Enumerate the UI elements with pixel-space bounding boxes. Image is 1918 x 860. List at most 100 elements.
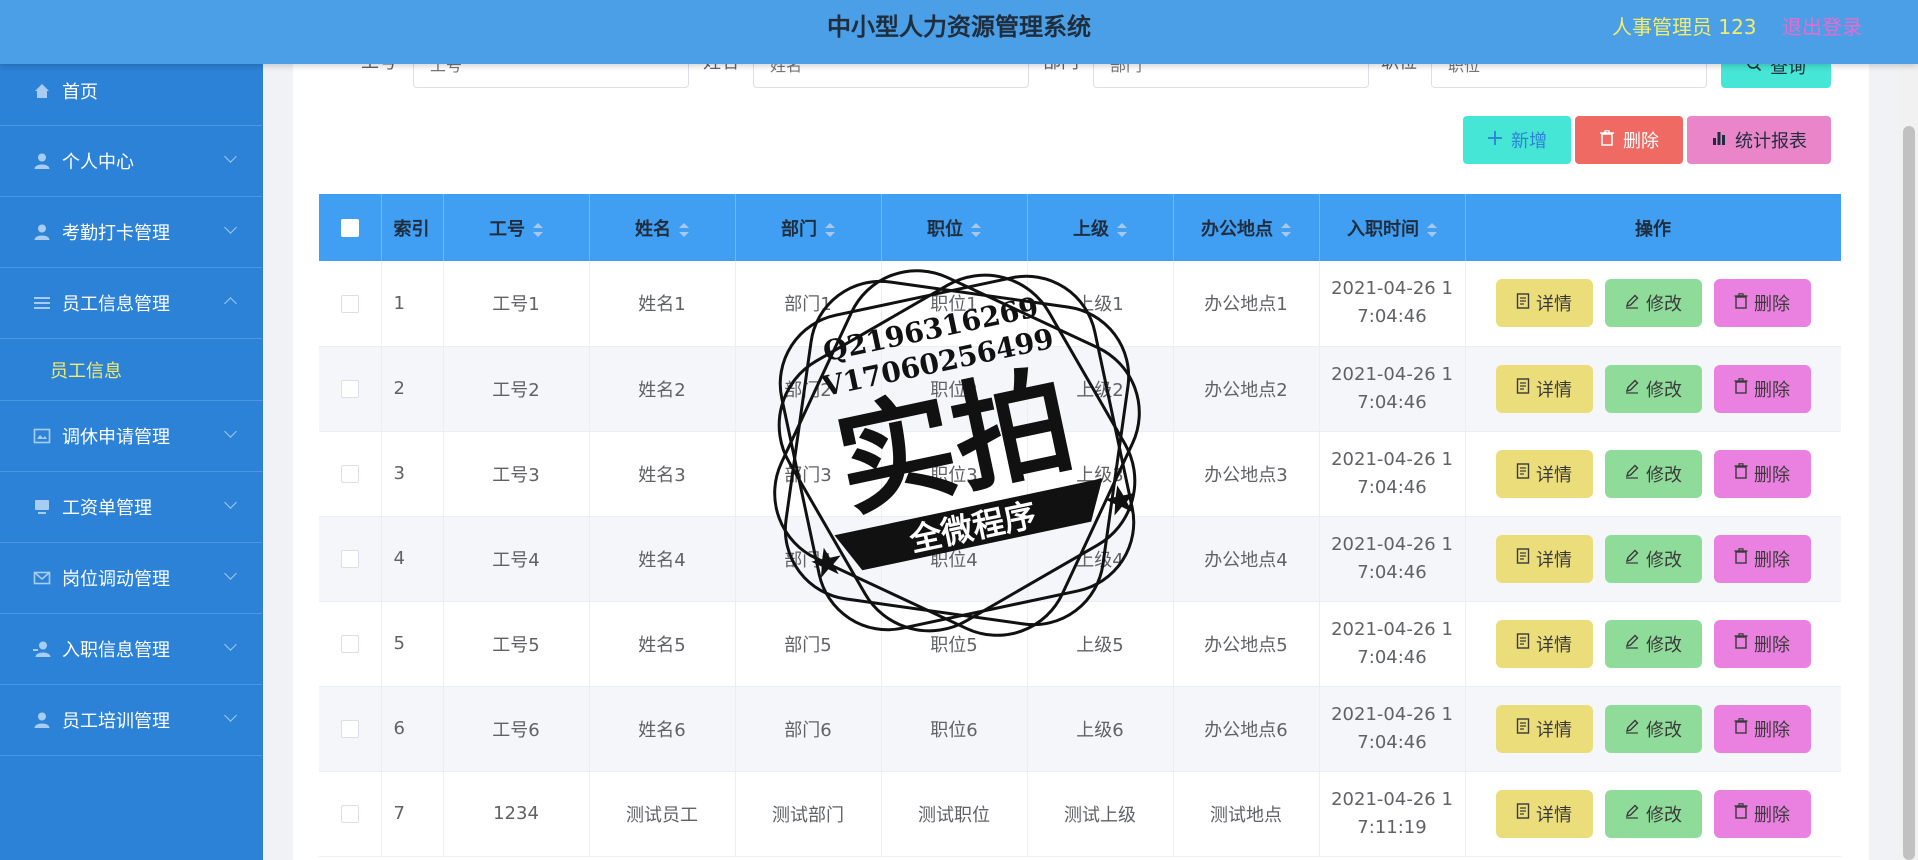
sidebar-item-attendance[interactable]: 考勤打卡管理 — [0, 197, 263, 268]
search-icon — [1746, 64, 1762, 77]
pencil-icon — [1624, 548, 1640, 569]
detail-button[interactable]: 详情 — [1495, 449, 1593, 498]
chevron-down-icon — [224, 567, 237, 580]
search-input-dept[interactable] — [1093, 64, 1369, 88]
col-time[interactable]: 入职时间 — [1319, 194, 1466, 261]
row-checkbox[interactable] — [340, 380, 359, 398]
search-input-pos[interactable] — [1431, 64, 1707, 88]
detail-button[interactable]: 详情 — [1495, 704, 1593, 753]
sidebar-item-label: 员工培训管理 — [62, 711, 170, 732]
delete-label: 删除 — [1754, 294, 1790, 316]
chevron-down-icon — [224, 496, 237, 509]
page-scrollbar[interactable] — [1900, 64, 1918, 860]
batch-delete-button[interactable]: 删除 — [1575, 116, 1683, 164]
cell-office: 办公地点4 — [1173, 516, 1320, 602]
edit-label: 修改 — [1646, 719, 1682, 741]
chevron-down-icon — [224, 709, 237, 722]
cell-name: 姓名1 — [589, 261, 736, 347]
scrollbar-thumb[interactable] — [1903, 126, 1915, 860]
query-button[interactable]: 查询 — [1721, 64, 1831, 88]
edit-button[interactable]: 修改 — [1604, 364, 1702, 413]
row-select-cell — [319, 346, 382, 432]
chevron-down-icon — [224, 221, 237, 234]
detail-button[interactable]: 详情 — [1495, 364, 1593, 413]
delete-button[interactable]: 删除 — [1713, 789, 1811, 838]
search-label-dept: 部门 — [1043, 64, 1079, 74]
detail-button[interactable]: 详情 — [1495, 789, 1593, 838]
detail-button[interactable]: 详情 — [1495, 534, 1593, 583]
col-dept[interactable]: 部门 — [735, 194, 882, 261]
sidebar-item-employee-info[interactable]: 员工信息管理 — [0, 268, 263, 339]
row-checkbox[interactable] — [340, 550, 359, 568]
cell-no: 工号3 — [443, 431, 590, 517]
detail-button[interactable]: 详情 — [1495, 619, 1593, 668]
query-label: 查询 — [1770, 64, 1806, 77]
sidebar-item-transfer[interactable]: 岗位调动管理 — [0, 543, 263, 614]
sort-icon[interactable] — [1281, 222, 1291, 237]
cell-index: 1 — [381, 261, 444, 347]
cell-index: 3 — [381, 431, 444, 517]
row-checkbox[interactable] — [340, 635, 359, 653]
col-name[interactable]: 姓名 — [589, 194, 736, 261]
search-input-name[interactable] — [753, 64, 1029, 88]
edit-button[interactable]: 修改 — [1604, 789, 1702, 838]
col-office[interactable]: 办公地点 — [1173, 194, 1320, 261]
sort-icon[interactable] — [1117, 222, 1127, 237]
sort-icon[interactable] — [533, 222, 543, 237]
row-select-cell — [319, 601, 382, 687]
edit-button[interactable]: 修改 — [1604, 704, 1702, 753]
search-label-no: 工号 — [361, 64, 397, 74]
submenu-item-employee-info[interactable]: 员工信息 — [0, 339, 263, 401]
sidebar-item-training[interactable]: 员工培训管理 — [0, 685, 263, 756]
row-checkbox[interactable] — [340, 720, 359, 738]
pencil-icon — [1624, 718, 1640, 739]
sort-icon[interactable] — [971, 222, 981, 237]
sidebar-item-label: 考勤打卡管理 — [62, 223, 170, 244]
time-line-2: 7:04:46 — [1357, 646, 1427, 668]
cell-name: 姓名5 — [589, 601, 736, 687]
row-checkbox[interactable] — [340, 294, 359, 313]
detail-button[interactable]: 详情 — [1495, 279, 1593, 328]
sidebar-item-home[interactable]: 首页 — [0, 56, 263, 126]
edit-button[interactable]: 修改 — [1604, 449, 1702, 498]
delete-button[interactable]: 删除 — [1713, 364, 1811, 413]
pencil-icon — [1624, 803, 1640, 824]
delete-button[interactable]: 删除 — [1713, 704, 1811, 753]
row-checkbox[interactable] — [340, 805, 359, 823]
trash-icon — [1734, 548, 1748, 569]
pencil-icon — [1624, 293, 1640, 314]
sidebar-item-leave-request[interactable]: 调休申请管理 — [0, 401, 263, 472]
edit-button[interactable]: 修改 — [1604, 279, 1702, 328]
col-sup[interactable]: 上级 — [1027, 194, 1174, 261]
cell-name: 姓名3 — [589, 431, 736, 517]
logout-link[interactable]: 退出登录 — [1782, 0, 1862, 54]
search-input-no[interactable] — [413, 64, 689, 88]
table-row: 6 工号6 姓名6 部门6 职位6 上级6 办公地点6 2021-04-26 1 7:04:46… — [319, 686, 1841, 772]
add-button[interactable]: 新增 — [1463, 116, 1571, 164]
edit-button[interactable]: 修改 — [1604, 534, 1702, 583]
sort-icon[interactable] — [679, 222, 689, 237]
trash-icon — [1734, 463, 1748, 484]
sort-icon[interactable] — [825, 222, 835, 237]
col-label: 工号 — [489, 218, 525, 240]
sidebar-item-onboarding[interactable]: 入职信息管理 — [0, 614, 263, 685]
sidebar-item-personal-center[interactable]: 个人中心 — [0, 126, 263, 197]
time-line-1: 2021-04-26 1 — [1331, 533, 1453, 555]
col-no[interactable]: 工号 — [443, 194, 590, 261]
col-pos[interactable]: 职位 — [881, 194, 1028, 261]
row-checkbox[interactable] — [340, 465, 359, 483]
delete-button[interactable]: 删除 — [1713, 449, 1811, 498]
delete-button[interactable]: 删除 — [1713, 534, 1811, 583]
sort-icon[interactable] — [1427, 222, 1437, 237]
cell-time: 2021-04-26 1 7:04:46 — [1319, 686, 1466, 772]
delete-label: 删除 — [1754, 464, 1790, 486]
chevron-up-icon — [224, 297, 237, 310]
delete-button[interactable]: 删除 — [1713, 279, 1811, 328]
edit-button[interactable]: 修改 — [1604, 619, 1702, 668]
select-all-checkbox[interactable] — [340, 219, 359, 237]
cell-time: 2021-04-26 1 7:04:46 — [1319, 516, 1466, 602]
stats-report-button[interactable]: 统计报表 — [1687, 116, 1831, 164]
sidebar-item-payroll[interactable]: 工资单管理 — [0, 472, 263, 543]
delete-button[interactable]: 删除 — [1713, 619, 1811, 668]
cell-name: 姓名4 — [589, 516, 736, 602]
